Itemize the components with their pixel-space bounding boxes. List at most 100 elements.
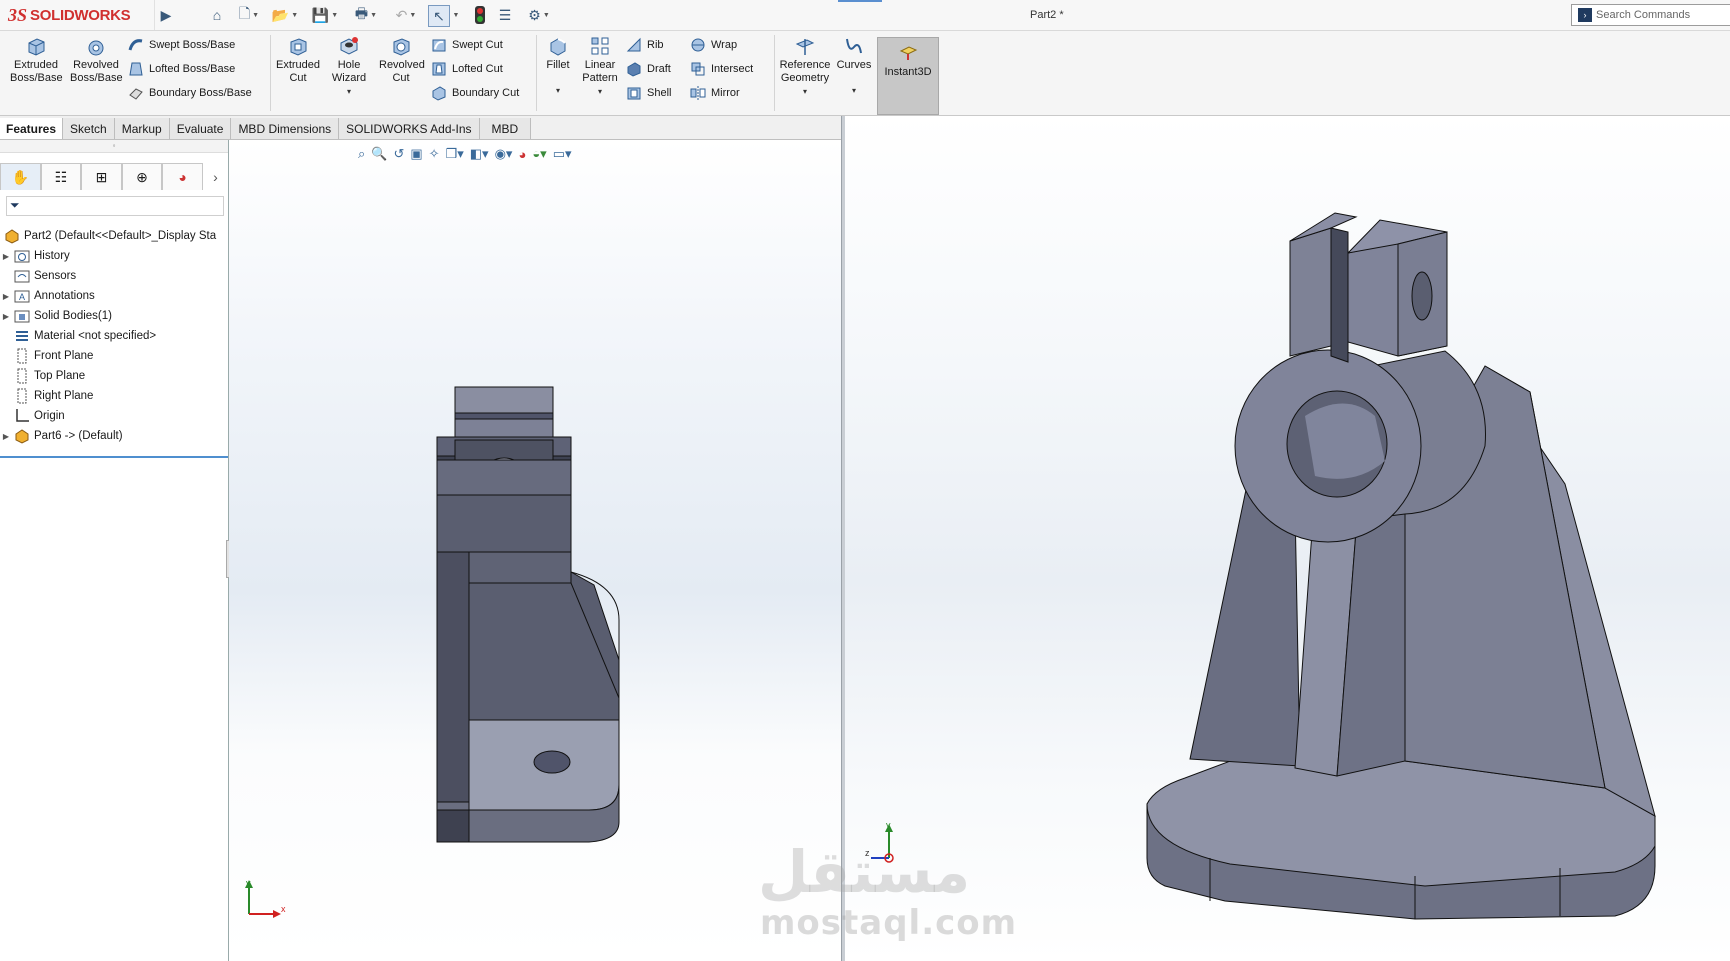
solidworks-logo[interactable]: 3S SOLIDWORKS	[8, 0, 155, 30]
open-folder-icon[interactable]: 📂 ▼	[270, 5, 300, 25]
rib-label: Rib	[647, 39, 664, 51]
tab-mbd[interactable]: MBD	[479, 118, 532, 139]
apply-scene-icon[interactable]: ◒▾	[532, 146, 546, 162]
lofted-cut-button[interactable]: Lofted Cut	[431, 59, 519, 79]
print-icon[interactable]: 🖶 ▼	[350, 5, 382, 25]
reference-geometry-button[interactable]: Reference Geometry ▾	[776, 35, 834, 98]
menu-expand-arrow-icon[interactable]: ▶	[160, 5, 172, 25]
curves-dropdown-icon[interactable]: ▾	[852, 84, 856, 97]
previous-view-icon[interactable]: ↺	[393, 146, 404, 162]
fillet-button[interactable]: Fillet ▾	[540, 35, 576, 97]
tab-sketch[interactable]: Sketch	[63, 118, 115, 139]
revolved-cut-icon	[393, 38, 410, 56]
tree-item[interactable]: Right Plane	[0, 386, 228, 406]
viewport-right[interactable]: z y	[845, 116, 1730, 961]
view-orientation-icon[interactable]: ❒▾	[446, 146, 464, 162]
wrap-intersect-mirror-group: Wrap Intersect Mirror	[690, 35, 753, 103]
save-icon[interactable]: 💾 ▼	[310, 5, 340, 25]
home-icon[interactable]: ⌂	[206, 5, 228, 25]
tree-item[interactable]: Origin	[0, 406, 228, 426]
linear-pattern-dropdown-icon[interactable]: ▾	[598, 85, 602, 98]
reference-geometry-dropdown-icon[interactable]: ▾	[803, 85, 807, 98]
draft-label: Draft	[647, 63, 671, 75]
boundary-boss-button[interactable]: Boundary Boss/Base	[128, 83, 252, 103]
reference-geometry-label: Reference Geometry	[779, 59, 831, 84]
command-separator	[774, 35, 775, 111]
display-manager-tab-icon[interactable]: ◕	[162, 163, 203, 190]
section-view-icon[interactable]: ▣	[410, 146, 422, 162]
expand-arrow-icon[interactable]: ▶	[0, 312, 12, 321]
property-manager-tab-icon[interactable]: ☷	[40, 163, 82, 190]
tree-root-label: Part2 (Default<<Default>_Display Sta	[24, 230, 217, 242]
edit-appearance-icon[interactable]: ◕	[518, 147, 526, 162]
swept-cut-button[interactable]: Swept Cut	[431, 35, 519, 55]
tab-markup[interactable]: Markup	[114, 118, 170, 139]
swept-boss-button[interactable]: Swept Boss/Base	[128, 35, 252, 55]
lofted-boss-icon	[129, 62, 143, 76]
undo-icon[interactable]: ↶ ▼	[392, 5, 420, 25]
select-cursor-icon[interactable]: ↖	[428, 5, 450, 27]
curves-button[interactable]: Curves ▾	[834, 35, 874, 97]
tab-solidworks-add-ins[interactable]: SOLIDWORKS Add-Ins	[339, 118, 480, 139]
model-view-isometric[interactable]	[845, 116, 1730, 961]
cut-small-group: Swept Cut Lofted Cut Boundary Cut	[431, 35, 519, 103]
wrap-button[interactable]: Wrap	[690, 35, 753, 55]
tab-mbd-dimensions[interactable]: MBD Dimensions	[231, 118, 340, 139]
tab-features[interactable]: Features	[0, 118, 64, 139]
fillet-icon	[550, 38, 566, 56]
dynamic-annotation-icon[interactable]: ✧	[429, 146, 440, 162]
search-commands-box[interactable]: › Search Commands	[1571, 4, 1730, 26]
zoom-to-area-icon[interactable]: 🔍	[371, 146, 387, 162]
panel-grip[interactable]: ◦	[0, 140, 228, 153]
extruded-boss-button[interactable]: Extruded Boss/Base	[8, 35, 64, 85]
tree-item[interactable]: Material <not specified>	[0, 326, 228, 346]
expand-arrow-icon[interactable]: ▶	[0, 252, 12, 261]
display-style-icon[interactable]: ◧▾	[470, 146, 489, 162]
new-document-icon[interactable]: 🗋 ▼	[236, 5, 262, 25]
revolved-cut-button[interactable]: Revolved Cut	[376, 35, 426, 85]
hole-wizard-dropdown-icon[interactable]: ▾	[347, 85, 351, 98]
instant3d-button[interactable]: Instant3D	[877, 37, 939, 115]
tree-item[interactable]: ▶ A Annotations	[0, 286, 228, 306]
tree-item[interactable]: ▶ Solid Bodies(1)	[0, 306, 228, 326]
feature-manager-tab-icon[interactable]: ✋	[0, 163, 41, 190]
boundary-cut-button[interactable]: Boundary Cut	[431, 83, 519, 103]
tree-item-label: Right Plane	[34, 390, 94, 402]
rebuild-traffic-light-icon[interactable]	[472, 5, 488, 25]
tree-item[interactable]: ▶ Part6 -> (Default)	[0, 426, 228, 446]
triad-y-label-right: y	[886, 820, 891, 830]
mirror-button[interactable]: Mirror	[690, 83, 753, 103]
chevron-right-icon[interactable]: ›	[203, 163, 228, 191]
configuration-manager-tab-icon[interactable]: ⊞	[81, 163, 122, 190]
fillet-dropdown-icon[interactable]: ▾	[556, 84, 560, 97]
file-properties-icon[interactable]: ☰	[496, 5, 514, 25]
intersect-button[interactable]: Intersect	[690, 59, 753, 79]
expand-arrow-icon[interactable]: ▶	[0, 432, 12, 441]
watermark-arabic: مستقل	[758, 838, 971, 906]
tree-item[interactable]: ▶ History	[0, 246, 228, 266]
hide-show-items-icon[interactable]: ◉▾	[495, 146, 513, 162]
tree-item[interactable]: Front Plane	[0, 346, 228, 366]
options-gear-icon[interactable]: ⚙ ▼	[522, 5, 556, 25]
dimxpert-manager-tab-icon[interactable]: ⊕	[121, 163, 163, 190]
tree-item[interactable]: Top Plane	[0, 366, 228, 386]
tab-evaluate[interactable]: Evaluate	[169, 118, 232, 139]
draft-button[interactable]: Draft	[626, 59, 671, 79]
tree-filter-field[interactable]: ⏷	[6, 196, 224, 216]
rib-button[interactable]: Rib	[626, 35, 671, 55]
part-icon	[14, 428, 30, 444]
select-dropdown-icon[interactable]: ▼	[450, 5, 460, 25]
hole-wizard-button[interactable]: Hole Wizard ▾	[326, 35, 372, 98]
shell-button[interactable]: Shell	[626, 83, 671, 103]
lofted-boss-button[interactable]: Lofted Boss/Base	[128, 59, 252, 79]
viewport-left[interactable]: y x	[229, 140, 841, 961]
expand-arrow-icon[interactable]: ▶	[0, 292, 12, 301]
zoom-to-fit-icon[interactable]: ⌕	[358, 146, 365, 162]
linear-pattern-button[interactable]: Linear Pattern ▾	[578, 35, 622, 98]
revolved-boss-button[interactable]: Revolved Boss/Base	[68, 35, 124, 85]
extruded-cut-button[interactable]: Extruded Cut	[274, 35, 322, 85]
tree-root-part[interactable]: Part2 (Default<<Default>_Display Sta	[0, 226, 228, 246]
model-view-front[interactable]	[229, 140, 841, 961]
view-settings-icon[interactable]: ▭▾	[553, 146, 572, 162]
tree-item[interactable]: Sensors	[0, 266, 228, 286]
